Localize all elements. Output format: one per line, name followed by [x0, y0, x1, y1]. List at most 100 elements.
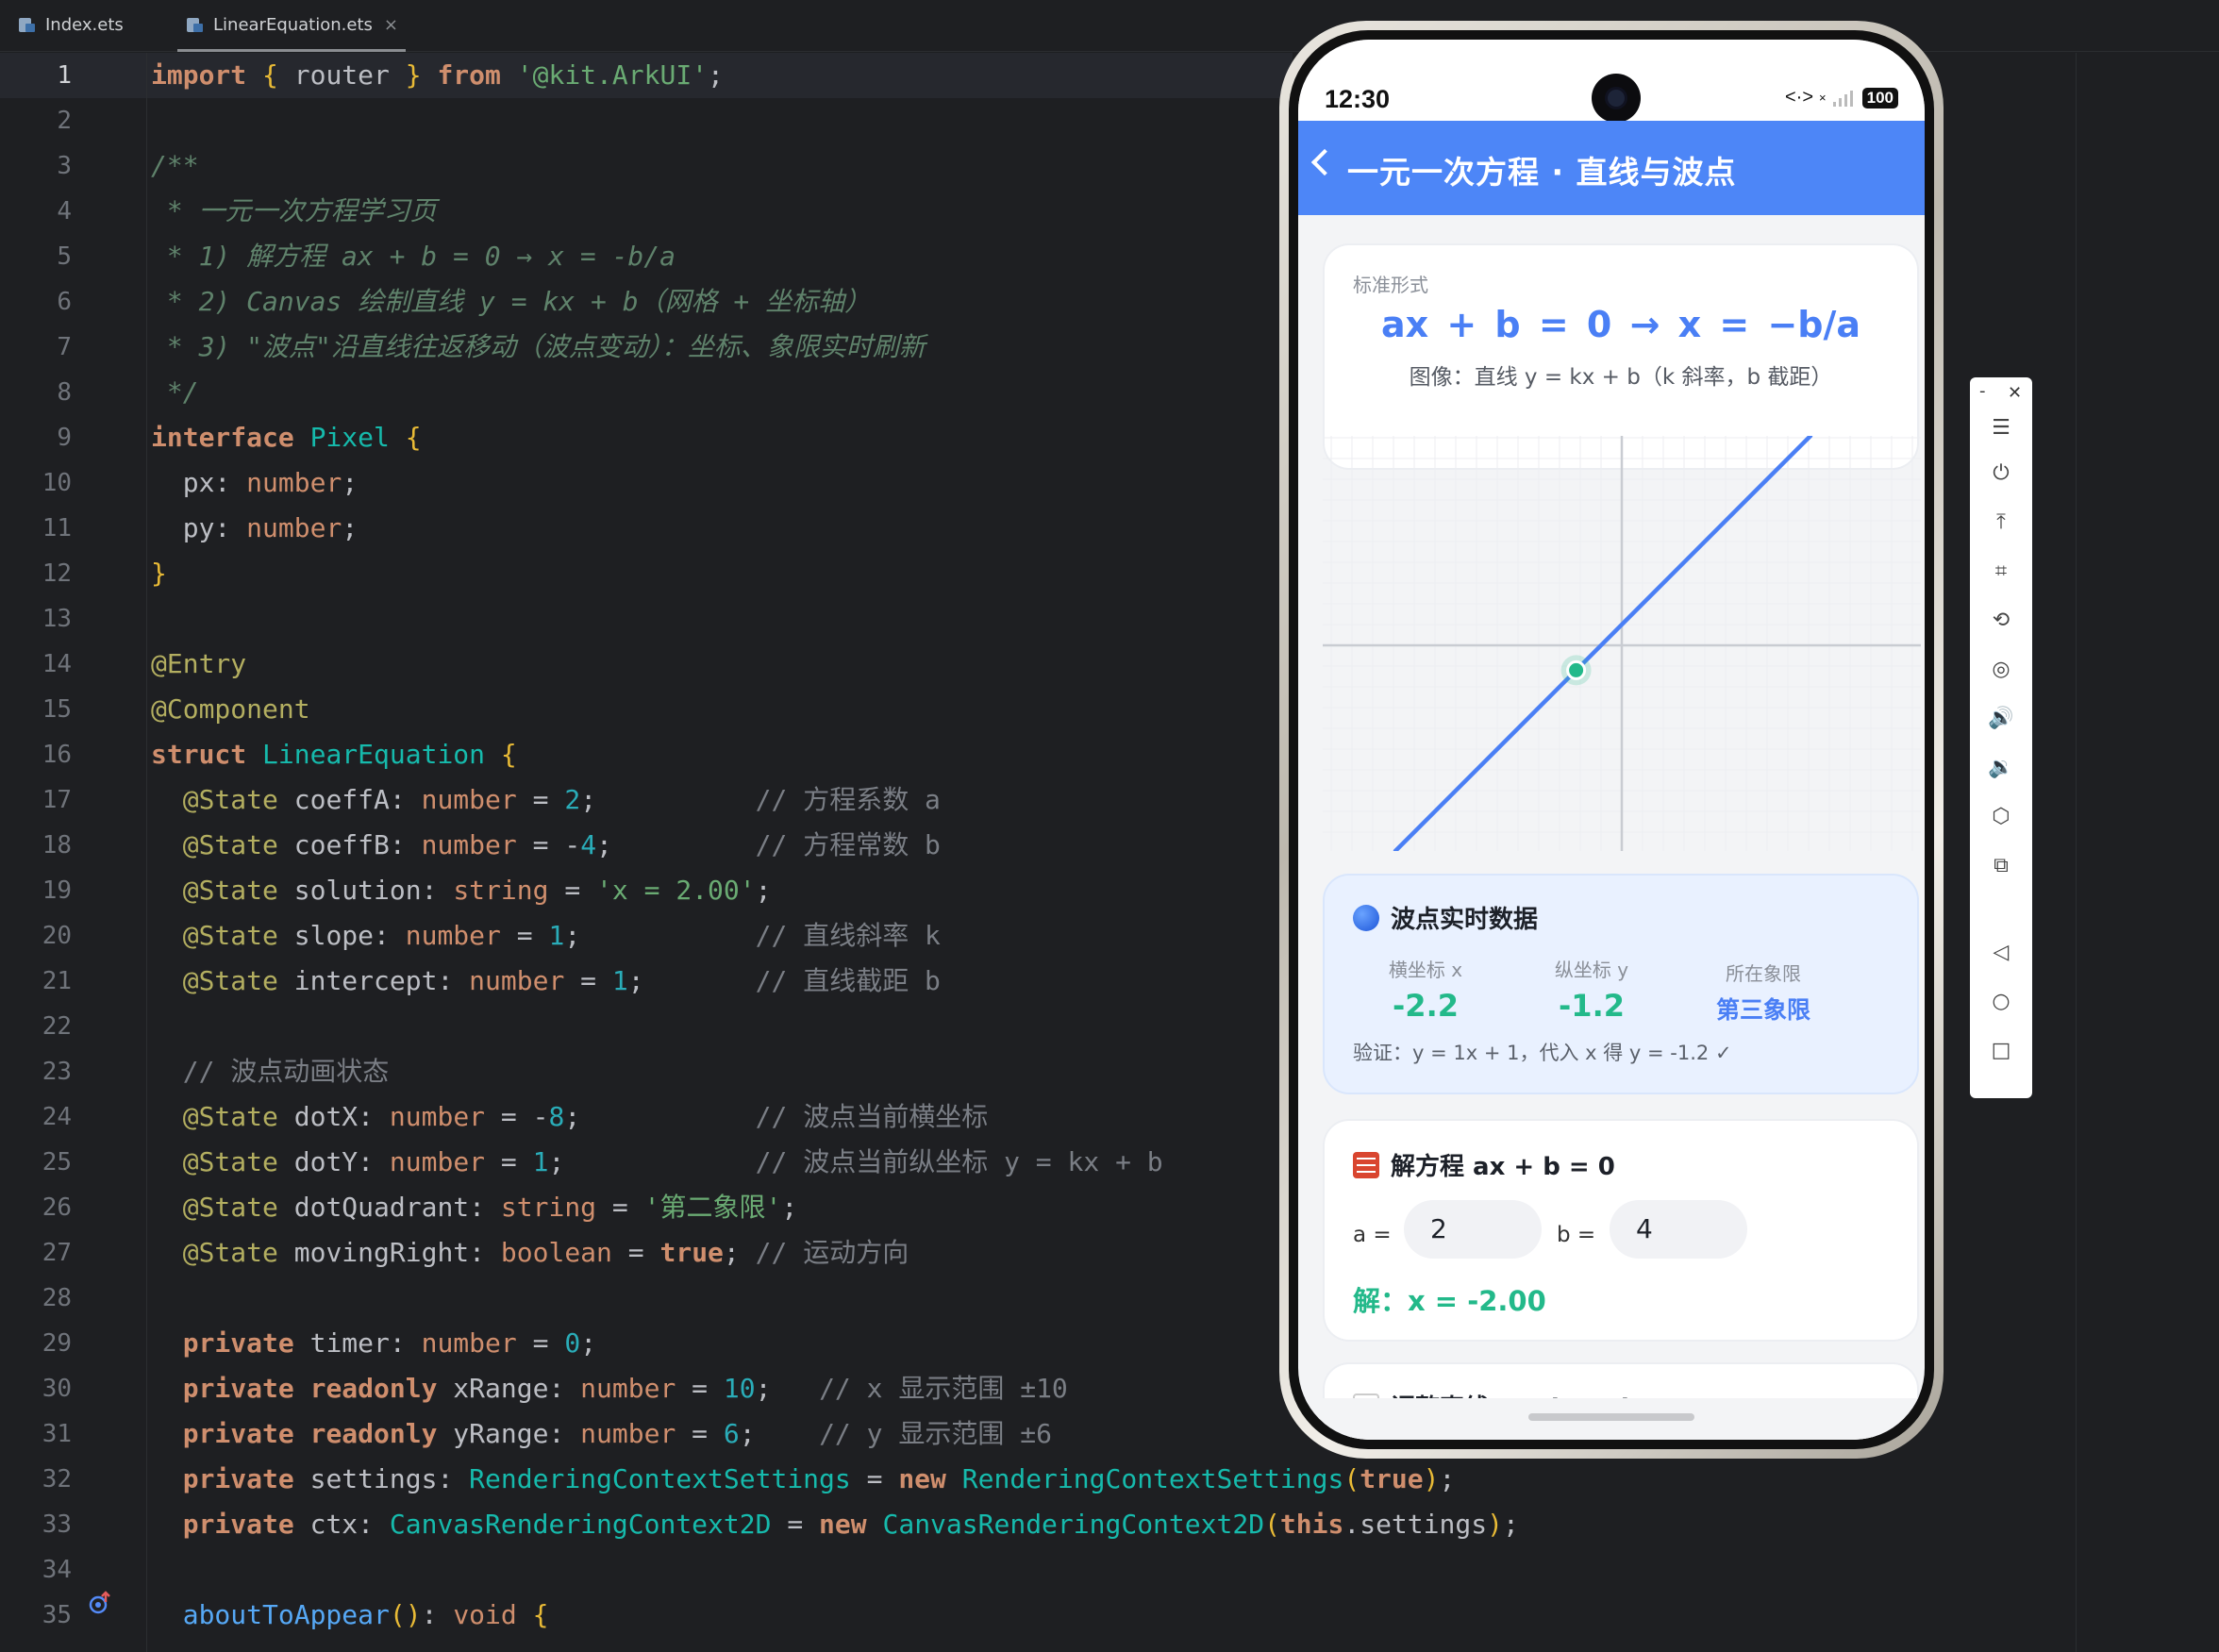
device-screen: 12:30 <·> × 100 一元一次方程 · 直线与波点 标准形式 ax +…: [1298, 40, 1925, 1440]
multi-device-icon[interactable]: ⧉: [1982, 846, 2020, 884]
line-number: 4: [57, 197, 72, 225]
code-line[interactable]: @State dotY: number = 1; // 波点当前纵坐标 y = …: [151, 1140, 1163, 1185]
line-number: 28: [42, 1284, 72, 1312]
volume-up-icon[interactable]: 🔊: [1982, 699, 2020, 737]
blue-circle-icon: [1353, 904, 1379, 931]
b-input[interactable]: 4: [1610, 1200, 1747, 1259]
solve-card: 解方程 ax + b = 0 a = 2 b = 4 解：x = -2.00: [1325, 1121, 1917, 1340]
code-line[interactable]: px: number;: [151, 460, 358, 506]
front-camera: [1592, 74, 1641, 123]
moving-dot: [1566, 659, 1587, 680]
line-number: 32: [42, 1465, 72, 1493]
line-number: 27: [42, 1239, 72, 1267]
code-line[interactable]: @State dotX: number = -8; // 波点当前横坐标: [151, 1094, 989, 1140]
line-number: 14: [42, 650, 72, 678]
code-line[interactable]: @State movingRight: boolean = true; // 运…: [151, 1230, 909, 1276]
shake-icon[interactable]: ⬡: [1982, 797, 2020, 835]
line-number: 24: [42, 1103, 72, 1131]
code-line[interactable]: py: number;: [151, 506, 358, 551]
ets-file-icon: [185, 15, 204, 34]
signal-icon: [1832, 90, 1853, 107]
close-tab-icon[interactable]: ×: [384, 15, 398, 35]
menu-icon[interactable]: ☰: [1982, 409, 2020, 446]
code-line[interactable]: // 波点动画状态: [151, 1049, 390, 1094]
line-number: 29: [42, 1329, 72, 1358]
code-line[interactable]: private timer: number = 0;: [151, 1321, 596, 1366]
line-number: 15: [42, 695, 72, 724]
formula-subtitle: 图像：直线 y = kx + b（k 斜率，b 截距）: [1409, 365, 1833, 390]
formula-card: 标准形式 ax + b = 0 → x = −b/a 图像：直线 y = kx …: [1325, 245, 1917, 468]
code-line[interactable]: @State solution: string = 'x = 2.00';: [151, 868, 772, 913]
tab-label: LinearEquation.ets: [213, 14, 373, 35]
code-line[interactable]: @State coeffA: number = 2; // 方程系数 a: [151, 777, 941, 823]
ets-file-icon: [17, 15, 36, 34]
close-icon[interactable]: ✕: [2008, 383, 2022, 403]
code-line[interactable]: private readonly xRange: number = 10; //…: [151, 1366, 1068, 1411]
volume-down-icon[interactable]: 🔉: [1982, 748, 2020, 786]
line-number: 23: [42, 1058, 72, 1086]
quadrant-label: 所在象限: [1726, 962, 1801, 985]
x-value: -2.2: [1393, 988, 1459, 1024]
line-number: 21: [42, 967, 72, 995]
a-input[interactable]: 2: [1404, 1200, 1542, 1259]
code-line[interactable]: * 2) Canvas 绘制直线 y = kx + b（网格 + 坐标轴）: [151, 279, 871, 325]
code-line[interactable]: /**: [151, 143, 199, 189]
code-line[interactable]: */: [151, 370, 199, 415]
line-number: 10: [42, 469, 72, 497]
code-line[interactable]: @State dotQuadrant: string = '第二象限';: [151, 1185, 797, 1230]
status-bar: 12:30 <·> × 100: [1298, 40, 1925, 123]
graph-line: [1393, 436, 1813, 851]
power-icon[interactable]: ⏻: [1982, 454, 2020, 492]
recents-icon[interactable]: □: [1982, 1031, 2020, 1069]
code-line[interactable]: @State intercept: number = 1; // 直线截距 b: [151, 959, 941, 1004]
dot-data-title: 波点实时数据: [1391, 906, 1539, 934]
rotate-icon[interactable]: ⟲: [1982, 601, 2020, 639]
line-number: 35: [42, 1601, 72, 1629]
line-number: 12: [42, 559, 72, 588]
code-line[interactable]: interface Pixel {: [151, 415, 422, 460]
minimize-icon[interactable]: -: [1979, 381, 1986, 401]
code-line[interactable]: aboutToAppear(): void {: [151, 1593, 549, 1638]
code-line[interactable]: @State coeffB: number = -4; // 方程常数 b: [151, 823, 941, 868]
no-signal-icon: ×: [1819, 91, 1827, 105]
line-number: 8: [57, 378, 72, 407]
code-line[interactable]: }: [151, 551, 167, 596]
solution-text: 解：x = -2.00: [1353, 1285, 1546, 1317]
code-line[interactable]: private ctx: CanvasRenderingContext2D = …: [151, 1502, 1519, 1547]
back-chevron-icon[interactable]: [1310, 148, 1339, 176]
override-gutter-icon[interactable]: [87, 1591, 113, 1617]
tab-linear-equation-ets[interactable]: LinearEquation.ets ×: [177, 0, 406, 52]
line-number: 26: [42, 1193, 72, 1222]
code-line[interactable]: * 1) 解方程 ax + b = 0 → x = -b/a: [151, 234, 676, 279]
code-line[interactable]: * 3) "波点"沿直线往返移动（波点变动）：坐标、象限实时刷新: [151, 325, 926, 370]
standard-form-label: 标准形式: [1353, 274, 1428, 296]
code-line[interactable]: * 一元一次方程学习页: [151, 189, 437, 234]
line-graph-canvas[interactable]: [1323, 436, 1921, 851]
line-number: 34: [42, 1556, 72, 1584]
tab-index-ets[interactable]: Index.ets: [17, 0, 124, 49]
code-line[interactable]: private readonly yRange: number = 6; // …: [151, 1411, 1052, 1457]
code-line[interactable]: import { router } from '@kit.ArkUI';: [151, 53, 724, 98]
back-icon[interactable]: ◁: [1982, 933, 2020, 971]
line-number: 13: [42, 605, 72, 633]
home-icon[interactable]: ○: [1982, 982, 2020, 1020]
line-number: 22: [42, 1012, 72, 1041]
code-line[interactable]: private settings: RenderingContextSettin…: [151, 1457, 1456, 1502]
line-number: 3: [57, 152, 72, 180]
device-frame: 12:30 <·> × 100 一元一次方程 · 直线与波点 标准形式 ax +…: [1279, 21, 1944, 1459]
pin-top-icon[interactable]: ⤒: [1982, 503, 2020, 541]
code-line[interactable]: @State slope: number = 1; // 直线斜率 k: [151, 913, 941, 959]
line-number: 16: [42, 741, 72, 769]
verify-text: 验证：y = 1x + 1，代入 x 得 y = -1.2 ✓: [1353, 1042, 1732, 1064]
code-line[interactable]: struct LinearEquation {: [151, 732, 517, 777]
code-line[interactable]: @Component: [151, 687, 310, 732]
home-indicator[interactable]: [1528, 1413, 1694, 1421]
formula-text: ax + b = 0 → x = −b/a: [1380, 304, 1861, 345]
y-value: -1.2: [1559, 988, 1625, 1024]
line-number: 7: [57, 333, 72, 361]
screenshot-icon[interactable]: ◎: [1982, 650, 2020, 688]
crop-icon[interactable]: ⌗: [1982, 552, 2020, 590]
x-label: 横坐标 x: [1388, 959, 1463, 981]
line-number: 18: [42, 831, 72, 859]
code-line[interactable]: @Entry: [151, 642, 246, 687]
